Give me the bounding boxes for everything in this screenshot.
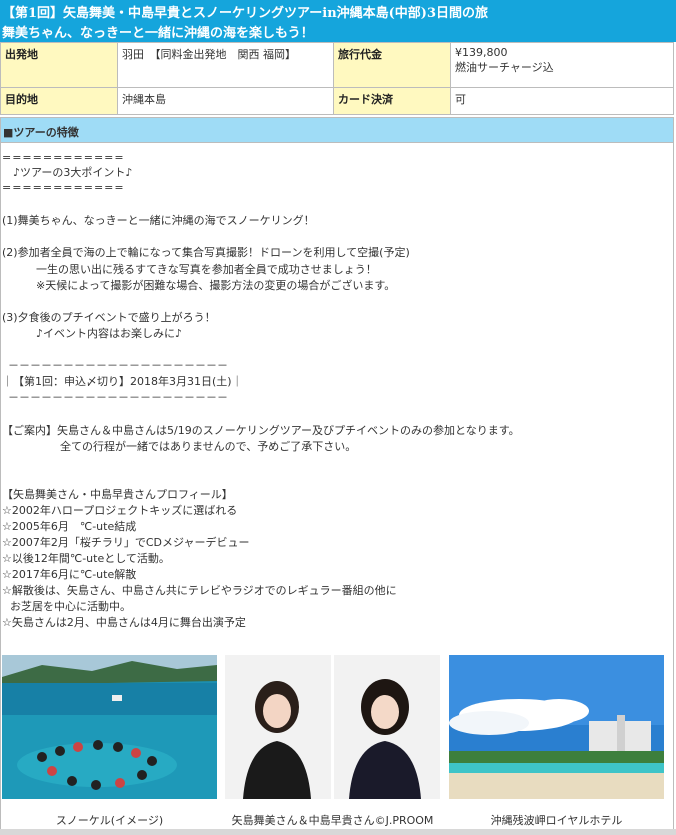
profile-item: ☆2005年6月 ℃-ute結成 bbox=[2, 520, 137, 533]
deadline-border-bottom: －－－－－－－－－－－－－－－－－－－－ bbox=[8, 391, 228, 404]
destination-value: 沖縄本島 bbox=[117, 87, 334, 115]
point-3: (3)夕食後のプチイベントで盛り上がろう！ bbox=[2, 311, 216, 324]
card-label: カード決済 bbox=[333, 87, 451, 115]
price-cell: ¥139,800 燃油サーチャージ込 bbox=[450, 42, 674, 88]
portrait-photo bbox=[225, 655, 440, 799]
snorkel-photo bbox=[2, 655, 217, 799]
price-label: 旅行代金 bbox=[333, 42, 451, 88]
price-note: 燃油サーチャージ込 bbox=[455, 61, 554, 74]
points-heading: ♪ツアーの3大ポイント♪ bbox=[2, 166, 133, 179]
profile-item: ☆2017年6月に℃-ute解散 bbox=[2, 568, 137, 581]
tour-detail-page: 【第1回】矢島舞美・中島早貴とスノーケリングツアーin沖縄本島(中部)3日間の旅… bbox=[0, 0, 676, 835]
point-2: (2)参加者全員で海の上で輪になって集合写真撮影！ドローンを利用して空撮(予定) bbox=[2, 246, 410, 259]
snorkel-caption: スノーケル(イメージ) bbox=[55, 814, 164, 827]
card-value: 可 bbox=[450, 87, 674, 115]
guidance-text: 【ご案内】矢島さん＆中島さんは5/19のスノーケリングツアー及びプチイベントのみ… bbox=[2, 424, 520, 437]
section-title: ■ツアーの特徴 bbox=[3, 126, 79, 139]
divider-line: ============ bbox=[2, 151, 125, 164]
destination-label: 目的地 bbox=[0, 87, 118, 115]
profile-heading: 【矢島舞美さん・中島早貴さんプロフィール】 bbox=[2, 488, 233, 501]
tour-info-table: 出発地 羽田 【同料金出発地 関西 福岡】 旅行代金 ¥139,800 燃油サー… bbox=[0, 42, 674, 115]
profile-item: ☆2007年2月「桜チラリ」でCDメジャーデビュー bbox=[2, 536, 250, 549]
horizontal-scrollbar[interactable] bbox=[0, 829, 676, 835]
tour-features-header: ■ツアーの特徴 bbox=[0, 117, 674, 143]
portrait-caption: 矢島舞美さん＆中島早貴さん©J.PROOM bbox=[231, 814, 434, 827]
hotel-caption: 沖縄残波岬ロイヤルホテル bbox=[490, 814, 623, 827]
price-value: ¥139,800 bbox=[455, 46, 508, 59]
profile-item: ☆矢島さんは2月、中島さんは4月に舞台出演予定 bbox=[2, 616, 246, 629]
departure-value: 羽田 【同料金出発地 関西 福岡】 bbox=[117, 42, 334, 88]
guidance-note: 全ての行程が一緒ではありませんので、予めご了承下さい。 bbox=[60, 440, 357, 453]
point-3-detail: ♪イベント内容はお楽しみに♪ bbox=[36, 327, 183, 340]
profile-item: ☆解散後は、矢島さん、中島さん共にテレビやラジオでのレギュラー番組の他に bbox=[2, 584, 397, 597]
point-2-detail: 一生の思い出に残るすてきな写真を参加者全員で成功させましょう！ bbox=[36, 263, 377, 276]
tour-title: 【第1回】矢島舞美・中島早貴とスノーケリングツアーin沖縄本島(中部)3日間の旅 bbox=[2, 6, 489, 21]
departure-label: 出発地 bbox=[0, 42, 118, 88]
divider-line: ============ bbox=[2, 181, 125, 194]
profile-item: ☆2002年ハロープロジェクトキッズに選ばれる bbox=[2, 504, 238, 517]
tour-subtitle: 舞美ちゃん、なっきーと一緒に沖縄の海を楽しもう！ bbox=[2, 26, 314, 41]
point-2-note: ※天候によって撮影が困難な場合、撮影方法の変更の場合がございます。 bbox=[36, 279, 396, 292]
deadline-border-top: －－－－－－－－－－－－－－－－－－－－ bbox=[8, 359, 228, 372]
point-1: (1)舞美ちゃん、なっきーと一緒に沖縄の海でスノーケリング！ bbox=[2, 214, 315, 227]
tour-title-header: 【第1回】矢島舞美・中島早貴とスノーケリングツアーin沖縄本島(中部)3日間の旅… bbox=[0, 0, 676, 42]
deadline-notice: ｜【第1回：申込〆切り】2018年3月31日(土)｜ bbox=[2, 375, 243, 388]
hotel-photo bbox=[449, 655, 664, 799]
profile-item-cont: お芝居を中心に活動中。 bbox=[10, 600, 131, 613]
profile-item: ☆以後12年間℃-uteとして活動。 bbox=[2, 552, 170, 565]
